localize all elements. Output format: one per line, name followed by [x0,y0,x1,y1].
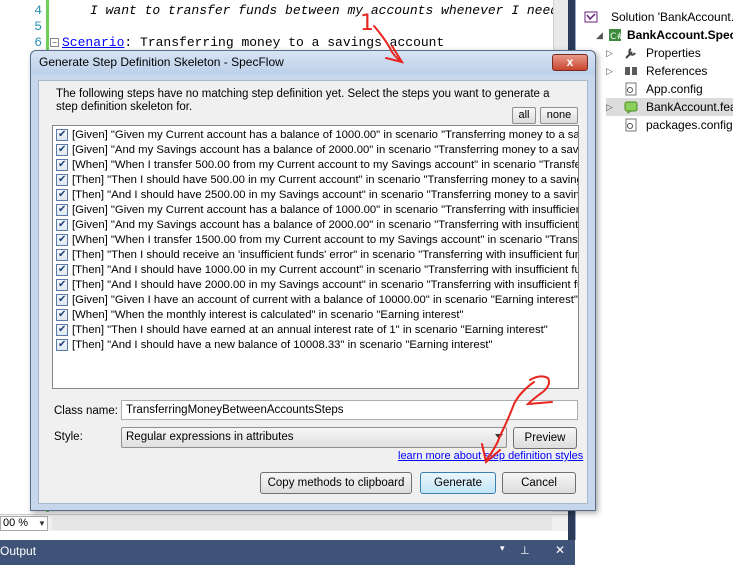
step-text: [Given] "Given my Current account has a … [72,129,578,141]
step-checkbox[interactable] [56,218,68,232]
close-icon: x [566,55,574,69]
packages-config-label: packages.config [646,118,733,132]
collapsed-arrow-icon[interactable]: ▷ [606,48,613,59]
output-panel-header[interactable]: Output ▾ ⊥ ✕ [0,540,575,565]
code-line-4[interactable]: I want to transfer funds between my acco… [90,3,581,18]
step-text: [Given] "And my Savings account has a ba… [72,219,579,231]
code-line-6[interactable]: Scenario: Transferring money to a saving… [62,35,444,50]
step-checkbox[interactable] [56,338,68,352]
step-text: [Then] "And I should have 2000.00 in my … [72,279,579,291]
config-file-icon [625,118,637,132]
step-text: [When] "When the monthly interest is cal… [72,309,464,321]
dialog-instructions: The following steps have no matching ste… [56,88,550,113]
svg-text:C#: C# [610,32,622,42]
cancel-button[interactable]: Cancel [502,472,576,494]
references-icon [625,67,637,75]
step-checkbox[interactable] [56,188,68,202]
line-number: 5 [34,19,42,34]
zoom-value: 00 % [3,517,29,529]
generate-button[interactable]: Generate [420,472,496,494]
style-label: Style: [54,431,83,443]
step-checkbox[interactable] [56,143,68,157]
step-text: [Then] "And I should have 2500.00 in my … [72,189,579,201]
scenario-title: : Transferring money to a savings accoun… [124,35,445,50]
step-text: [Then] "And I should have 1000.00 in my … [72,264,579,276]
output-panel-title: Output [0,544,37,558]
select-none-button[interactable]: none [540,107,578,124]
project-label: BankAccount.Specs [627,28,733,42]
dialog-title: Generate Step Definition Skeleton - Spec… [39,55,284,69]
step-checkbox[interactable] [56,173,68,187]
step-text: [Then] "Then I should have 500.00 in my … [72,174,579,186]
step-checkbox[interactable] [56,128,68,142]
step-checkbox[interactable] [56,263,68,277]
zoom-dropdown-icon[interactable]: ▼ [38,519,46,528]
dialog-close-button[interactable]: x [552,54,588,71]
outline-collapse-icon[interactable]: − [50,38,59,47]
step-checkbox[interactable] [56,248,68,262]
expanded-arrow-icon[interactable]: ◢ [596,30,603,41]
solution-explorer: Solution 'BankAccount. ◢ C# BankAccount.… [575,0,733,540]
chevron-down-icon [495,434,503,439]
references-label: References [646,64,708,78]
step-checkbox[interactable] [56,308,68,322]
feature-file-icon [624,101,638,114]
config-file-icon [625,82,637,96]
scenario-keyword: Scenario [62,35,125,50]
class-name-input[interactable]: TransferringMoneyBetweenAccountsSteps [121,400,578,420]
line-number: 4 [34,3,42,18]
step-text: [Given] "Given my Current account has a … [72,204,579,216]
solution-label: Solution 'BankAccount. [611,10,733,24]
pin-icon[interactable]: ⊥ [520,544,530,557]
csharp-project-icon: C# [609,29,622,42]
step-checkbox[interactable] [56,323,68,337]
generate-step-definition-dialog: Generate Step Definition Skeleton - Spec… [30,50,596,511]
step-text: [Then] "And I should have a new balance … [72,339,493,351]
select-all-button[interactable]: all [512,107,536,124]
step-text: [Then] "Then I should receive an 'insuff… [72,249,579,261]
close-icon[interactable]: ✕ [555,543,565,557]
editor-horizontal-scrollbar[interactable] [52,517,552,530]
app-config-label: App.config [646,82,703,96]
step-checkbox[interactable] [56,233,68,247]
collapsed-arrow-icon[interactable]: ▷ [606,102,613,113]
class-name-label: Class name: [54,405,118,417]
step-text: [Given] "And my Savings account has a ba… [72,144,579,156]
step-checkbox[interactable] [56,203,68,217]
feature-file-label: BankAccount.fea [646,100,733,114]
collapsed-arrow-icon[interactable]: ▷ [606,66,613,77]
style-select[interactable]: Regular expressions in attributes [121,427,507,448]
dialog-titlebar[interactable]: Generate Step Definition Skeleton - Spec… [31,51,595,74]
feature-file-node[interactable]: ▷ BankAccount.fea [606,98,733,116]
step-text: [Then] "Then I should have earned at an … [72,324,548,336]
step-text: [When] "When I transfer 500.00 from my C… [72,159,578,171]
style-select-value: Regular expressions in attributes [126,431,294,443]
step-text: [When] "When I transfer 1500.00 from my … [72,234,578,246]
wrench-icon [625,48,636,59]
dialog-client-area: The following steps have no matching ste… [38,80,588,504]
step-list[interactable]: [Given] "Given my Current account has a … [52,125,579,389]
line-number: 6 [34,35,42,50]
preview-button[interactable]: Preview [513,427,577,449]
solution-icon [584,11,598,23]
properties-label: Properties [646,46,701,60]
copy-to-clipboard-button[interactable]: Copy methods to clipboard [260,472,412,494]
step-text: [Given] "Given I have an account of curr… [72,294,578,306]
learn-more-link[interactable]: learn more about step definition styles [398,450,583,462]
step-checkbox[interactable] [56,158,68,172]
step-checkbox[interactable] [56,293,68,307]
dropdown-icon[interactable]: ▾ [500,543,505,554]
step-checkbox[interactable] [56,278,68,292]
editor-status-strip: 00 % ▼ [0,514,568,531]
